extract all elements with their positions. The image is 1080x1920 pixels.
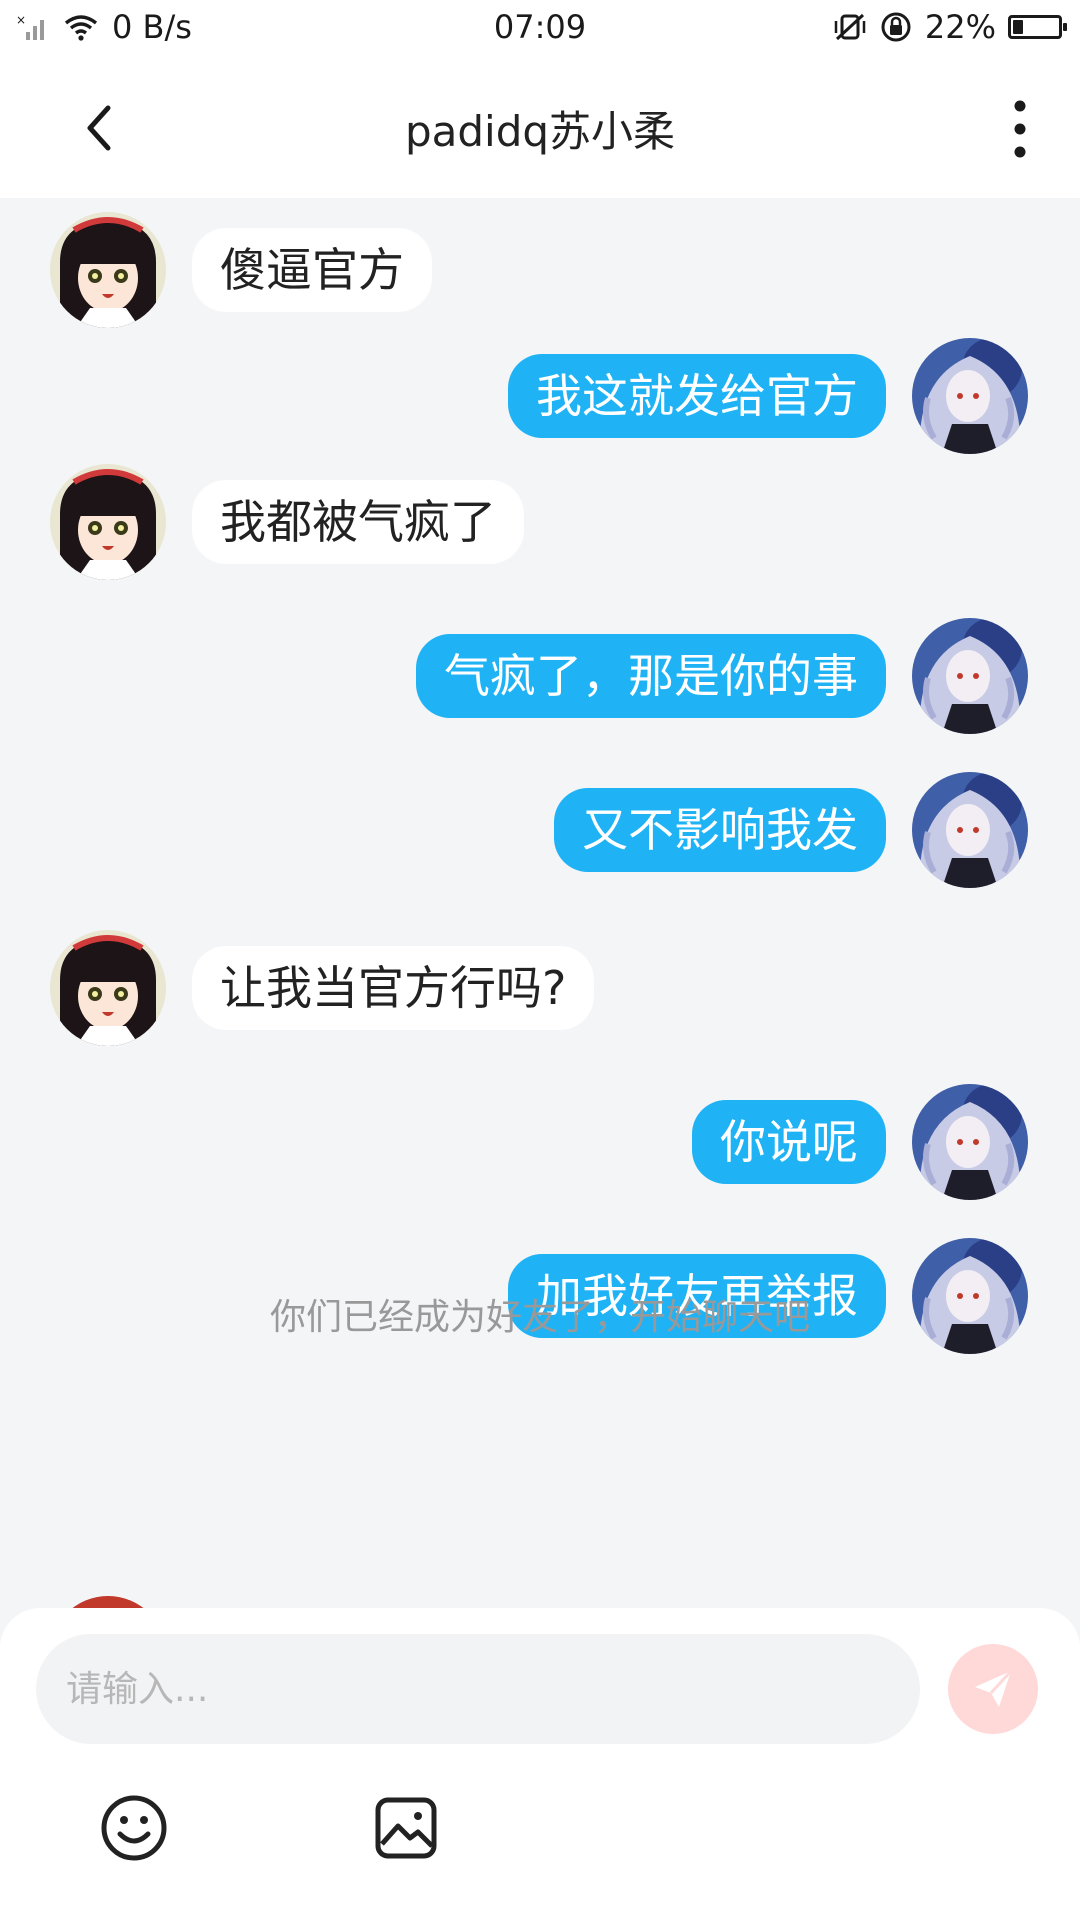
message-row: 你说呢: [0, 1084, 1080, 1214]
my-avatar[interactable]: [912, 772, 1028, 888]
anime-girl-avatar-image: [50, 464, 166, 580]
chat-title: padidq苏小柔: [404, 107, 676, 156]
incoming-message-bubble[interactable]: 我都被气疯了: [192, 480, 524, 564]
my-avatar[interactable]: [912, 338, 1028, 454]
message-row: 让我当官方行吗?: [0, 930, 1080, 1060]
anime-girl-avatar-image: [50, 212, 166, 328]
rotation-lock-icon: [881, 12, 911, 42]
message-row: 我这就发给官方: [0, 338, 1080, 468]
message-row: 傻逼官方: [0, 212, 1080, 342]
incoming-message-bubble[interactable]: 傻逼官方: [192, 228, 432, 312]
system-message: 你们已经成为好友了，开始聊天吧: [269, 1297, 810, 1338]
contact-avatar[interactable]: [50, 930, 166, 1046]
battery-icon: [1008, 15, 1067, 39]
contact-avatar[interactable]: [50, 212, 166, 328]
image-button[interactable]: [370, 1792, 442, 1864]
contact-avatar[interactable]: [50, 464, 166, 580]
my-avatar[interactable]: [912, 1084, 1028, 1200]
anime-silver-hair-avatar-image: [912, 772, 1028, 888]
incoming-message-bubble[interactable]: 让我当官方行吗?: [192, 946, 595, 1030]
anime-girl-avatar-image: [50, 930, 166, 1046]
contact-avatar[interactable]: [50, 1596, 166, 1608]
message-list[interactable]: 傻逼官方 我这就发给官方 我都被气疯了 气疯了，那是你的事 又不影响我发 让我当…: [0, 198, 1080, 1608]
composer: [0, 1608, 1080, 1920]
outgoing-message-bubble[interactable]: 你说呢: [692, 1100, 886, 1184]
emoji-button[interactable]: [98, 1792, 170, 1864]
more-vertical-icon: [1014, 100, 1026, 158]
status-right: 22%: [833, 8, 1067, 46]
send-button[interactable]: [948, 1644, 1038, 1734]
outgoing-message-bubble[interactable]: 气疯了，那是你的事: [416, 634, 886, 718]
status-bar: × 0 B/s 07:09 22%: [0, 0, 1080, 58]
battery-fill: [1013, 20, 1023, 34]
my-avatar[interactable]: [912, 618, 1028, 734]
battery-percent: 22%: [924, 8, 996, 46]
smiley-icon: [101, 1795, 167, 1861]
image-icon: [375, 1797, 437, 1859]
message-input[interactable]: [36, 1634, 920, 1744]
outgoing-message-bubble[interactable]: 又不影响我发: [554, 788, 886, 872]
message-row: 我都被气疯了: [0, 464, 1080, 594]
outgoing-message-bubble[interactable]: 我这就发给官方: [508, 354, 886, 438]
message-row: 气疯了，那是你的事: [0, 618, 1080, 748]
anime-silver-hair-avatar-image: [912, 1084, 1028, 1200]
message-row: 又不影响我发: [0, 772, 1080, 902]
chat-screen: × 0 B/s 07:09 22% padidq苏小柔 傻逼官方 我这就发给官方…: [0, 0, 1080, 1920]
more-options-button[interactable]: [1000, 94, 1040, 164]
anime-silver-hair-avatar-image: [912, 338, 1028, 454]
message-row-partial: [0, 1596, 1080, 1608]
paper-plane-icon: [975, 1669, 1013, 1707]
title-bar: padidq苏小柔: [0, 58, 1080, 198]
vibrate-off-icon: [834, 13, 866, 41]
anime-silver-hair-avatar-image: [912, 618, 1028, 734]
